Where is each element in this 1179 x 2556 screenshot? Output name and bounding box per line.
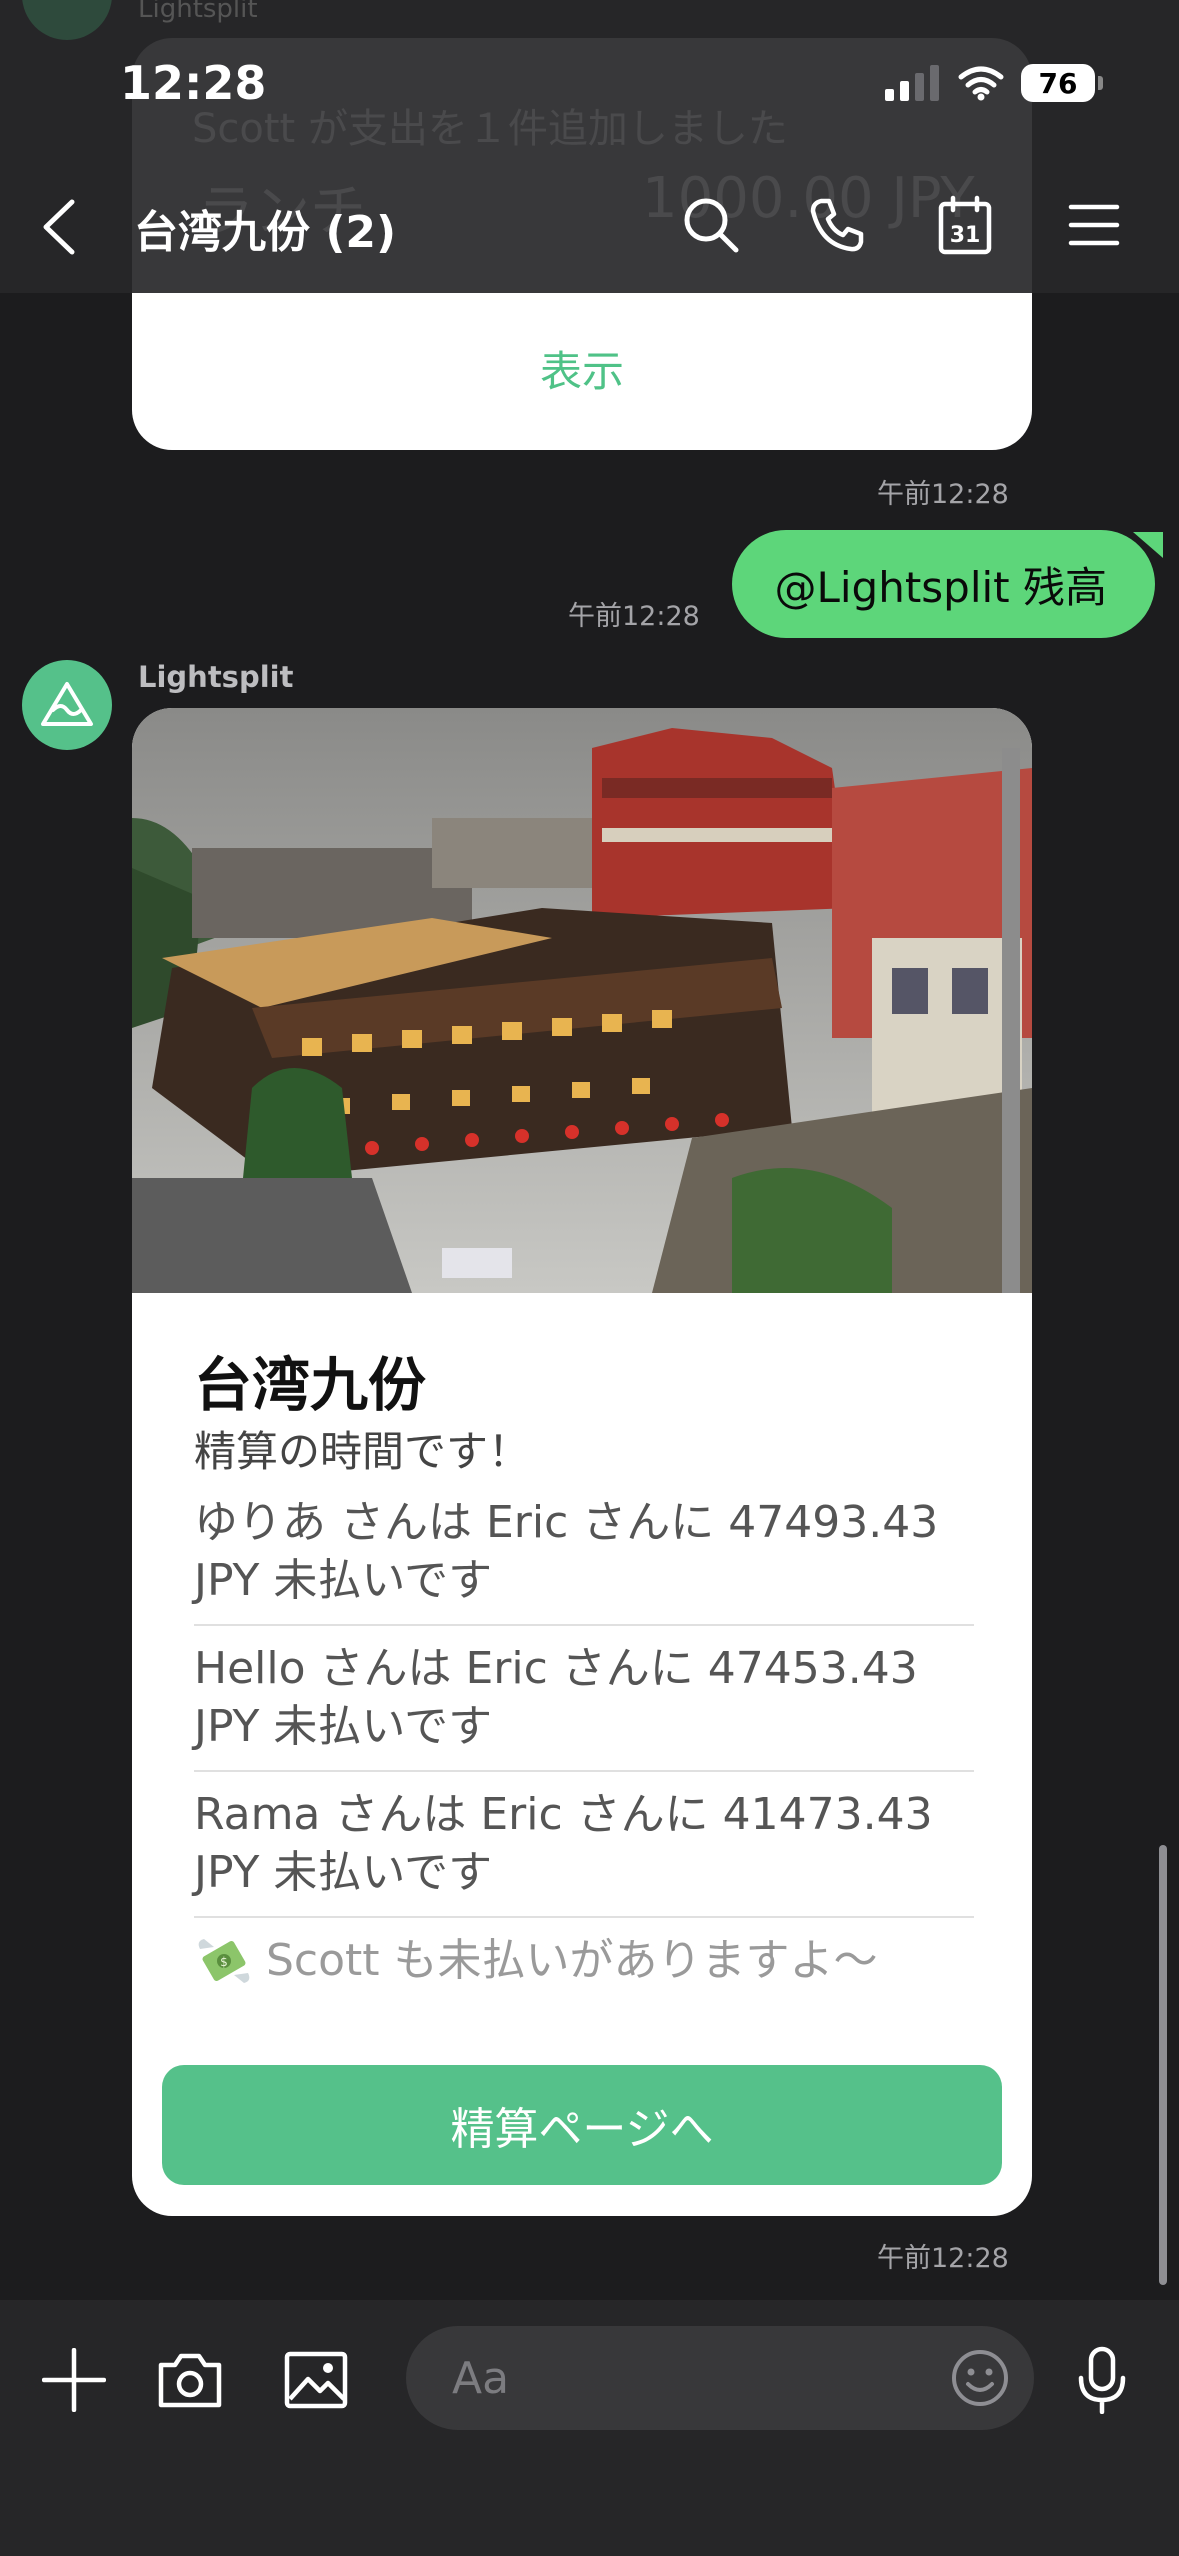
calendar-button[interactable]: 31 <box>930 190 1000 260</box>
bot-sender-name: Lightsplit <box>138 660 294 694</box>
card-title: 台湾九份 <box>194 1351 427 1419</box>
debt-row: Hello さんは Eric さんに 47453.43 JPY 未払いです <box>194 1626 974 1772</box>
ghost-notice: Scott が支出を１件追加しました <box>192 106 788 152</box>
back-button[interactable] <box>36 196 84 258</box>
jiufen-photo <box>132 708 1032 1293</box>
debt-row: Rama さんは Eric さんに 41473.43 JPY 未払いです <box>194 1772 974 1918</box>
bot-avatar[interactable] <box>22 660 112 750</box>
search-button[interactable] <box>676 190 746 260</box>
status-time: 12:28 <box>120 56 267 110</box>
voice-button[interactable] <box>1062 2340 1142 2420</box>
outgoing-message-bubble[interactable]: @Lightsplit 残高 <box>732 530 1155 638</box>
calendar-icon: 31 <box>938 195 992 255</box>
image-icon <box>284 2351 348 2409</box>
money-with-wings-icon: $ <box>198 1939 250 1983</box>
menu-icon <box>1068 204 1120 246</box>
top-bar: Lightsplit Scott が支出を１件追加しました ランチ 1000.0… <box>0 0 1179 293</box>
ghost-sender-name: Lightsplit <box>138 0 258 24</box>
chat-screen: 表示 午前12:28 午前12:28 @Lightsplit 残高 Lights… <box>0 0 1179 2556</box>
battery-indicator: 76 <box>1021 64 1103 102</box>
wifi-icon <box>958 66 1004 101</box>
status-icons: 76 <box>885 64 1103 102</box>
signal-icon <box>885 65 939 101</box>
outgoing-message-timestamp: 午前12:28 <box>568 601 700 632</box>
search-icon <box>684 198 739 253</box>
composer-bar <box>0 2300 1179 2556</box>
settlement-page-button[interactable]: 精算ページへ <box>162 2065 1002 2185</box>
microphone-icon <box>1078 2346 1126 2414</box>
scrollbar[interactable] <box>1159 1845 1167 2285</box>
settlement-card: 台湾九份 精算の時間です！ ゆりあ さんは Eric さんに 47493.43 … <box>132 708 1032 2216</box>
card-subtitle: 精算の時間です！ <box>194 1427 531 1476</box>
card-body: 台湾九份 精算の時間です！ ゆりあ さんは Eric さんに 47493.43 … <box>194 1348 974 1990</box>
call-button[interactable] <box>802 190 872 260</box>
chat-title[interactable]: 台湾九份 (2) <box>134 196 396 260</box>
emoji-icon <box>952 2350 1008 2406</box>
plus-icon <box>42 2348 106 2412</box>
ghost-avatar <box>22 0 112 40</box>
card-timestamp: 午前12:28 <box>877 2243 1009 2274</box>
extra-note-row: $ Scott も未払いがありますよ〜 <box>194 1918 974 1990</box>
debt-row: ゆりあ さんは Eric さんに 47493.43 JPY 未払いです <box>194 1480 974 1626</box>
camera-icon <box>158 2353 222 2408</box>
previous-card-timestamp: 午前12:28 <box>877 479 1009 510</box>
calendar-day: 31 <box>950 223 981 248</box>
message-input[interactable] <box>406 2326 1034 2430</box>
menu-button[interactable] <box>1059 190 1129 260</box>
chat-area[interactable]: 表示 午前12:28 午前12:28 @Lightsplit 残高 Lights… <box>0 0 1179 2300</box>
add-button[interactable] <box>34 2340 114 2420</box>
view-link[interactable]: 表示 <box>132 338 1032 399</box>
svg-text:$: $ <box>220 1955 228 1969</box>
extra-note-text: Scott も未払いがありますよ〜 <box>266 1935 878 1986</box>
lightsplit-logo-icon <box>41 682 93 726</box>
emoji-button[interactable] <box>950 2348 1010 2408</box>
image-button[interactable] <box>276 2340 356 2420</box>
phone-icon <box>810 198 864 252</box>
chevron-left-icon <box>43 199 75 255</box>
camera-button[interactable] <box>150 2340 230 2420</box>
